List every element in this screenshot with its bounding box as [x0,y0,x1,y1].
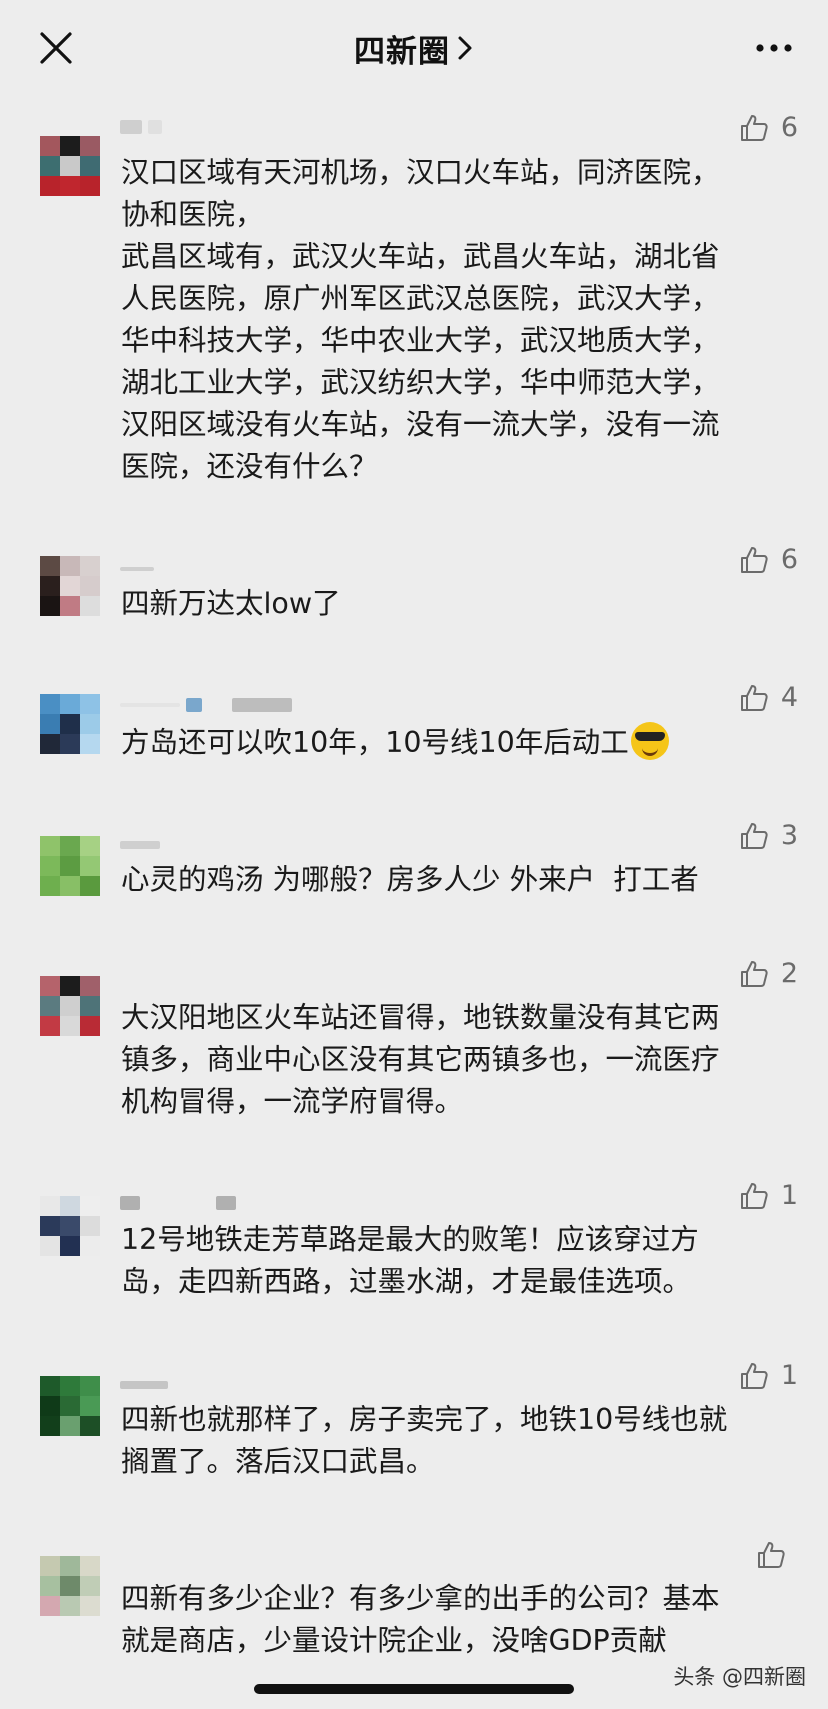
more-icon[interactable] [754,36,794,60]
avatar[interactable] [40,136,100,196]
like-button[interactable]: 4 [739,682,798,713]
close-icon[interactable] [36,28,76,68]
like-count: 6 [780,544,798,575]
avatar[interactable] [40,694,100,754]
like-count: 1 [780,1180,798,1211]
comment-text-content: 方岛还可以吹10年，10号线10年后动工 [121,726,629,759]
like-button[interactable]: 6 [739,544,798,575]
comment-text: 心灵的鸡汤 为哪般？房多人少 外来户 打工者 [121,863,699,896]
page-title: 四新圈 [354,33,450,70]
avatar[interactable] [40,1556,100,1616]
top-bar: 四新圈 [0,0,828,96]
nickname-redacted [120,560,154,578]
like-button[interactable]: 1 [739,1360,798,1391]
thumbs-up-icon [740,546,768,573]
nickname-redacted [120,836,160,854]
like-count: 6 [780,112,798,143]
comment-text: 大汉阳地区火车站还冒得，地铁数量没有其它两 镇多，商业中心区没有其它两镇多也，一… [121,1001,720,1118]
title-link[interactable]: 四新圈 [354,26,474,71]
like-count: 4 [780,682,798,713]
nickname-redacted [120,696,292,714]
thumbs-up-icon [740,1362,768,1389]
nickname-redacted [120,118,162,136]
chevron-right-icon [458,36,472,60]
watermark: 头条 @四新圈 [673,1665,806,1689]
like-button[interactable]: 2 [739,958,798,989]
comment-text: 四新有多少企业？有多少拿的出手的公司？基本 就是商店，少量设计院企业，没啥GDP… [121,1582,720,1657]
like-button[interactable]: 6 [739,112,798,143]
nickname-redacted [120,1376,168,1394]
like-button[interactable]: 3 [739,820,798,851]
like-button[interactable]: 1 [739,1180,798,1211]
like-count: 1 [780,1360,798,1391]
comment-text: 四新万达太low了 [121,587,341,620]
avatar[interactable] [40,1196,100,1256]
like-button[interactable] [756,1540,798,1570]
avatar[interactable] [40,976,100,1036]
avatar[interactable] [40,836,100,896]
thumbs-up-icon [740,114,768,141]
thumbs-up-icon [758,1542,785,1568]
thumbs-up-icon [740,960,768,987]
comment-text: 四新也就那样了，房子卖完了，地铁10号线也就 搁置了。落后汉口武昌。 [121,1403,728,1478]
avatar[interactable] [40,1376,100,1436]
like-count: 3 [780,820,798,851]
nickname-redacted [120,1194,236,1212]
thumbs-up-icon [740,822,768,849]
like-count: 2 [780,958,798,989]
comment-text: 汉口区域有天河机场，汉口火车站，同济医院， 协和医院， 武昌区域有，武汉火车站，… [121,156,720,483]
home-indicator[interactable] [254,1684,574,1694]
avatar[interactable] [40,556,100,616]
sunglasses-emoji-icon [630,722,669,760]
thumbs-up-icon [740,1182,768,1209]
thumbs-up-icon [740,684,768,711]
comment-text: 12号地铁走芳草路是最大的败笔！应该穿过方 岛，走四新西路，过墨水湖，才是最佳选… [121,1223,699,1298]
comment-text: 方岛还可以吹10年，10号线10年后动工 [121,722,801,764]
